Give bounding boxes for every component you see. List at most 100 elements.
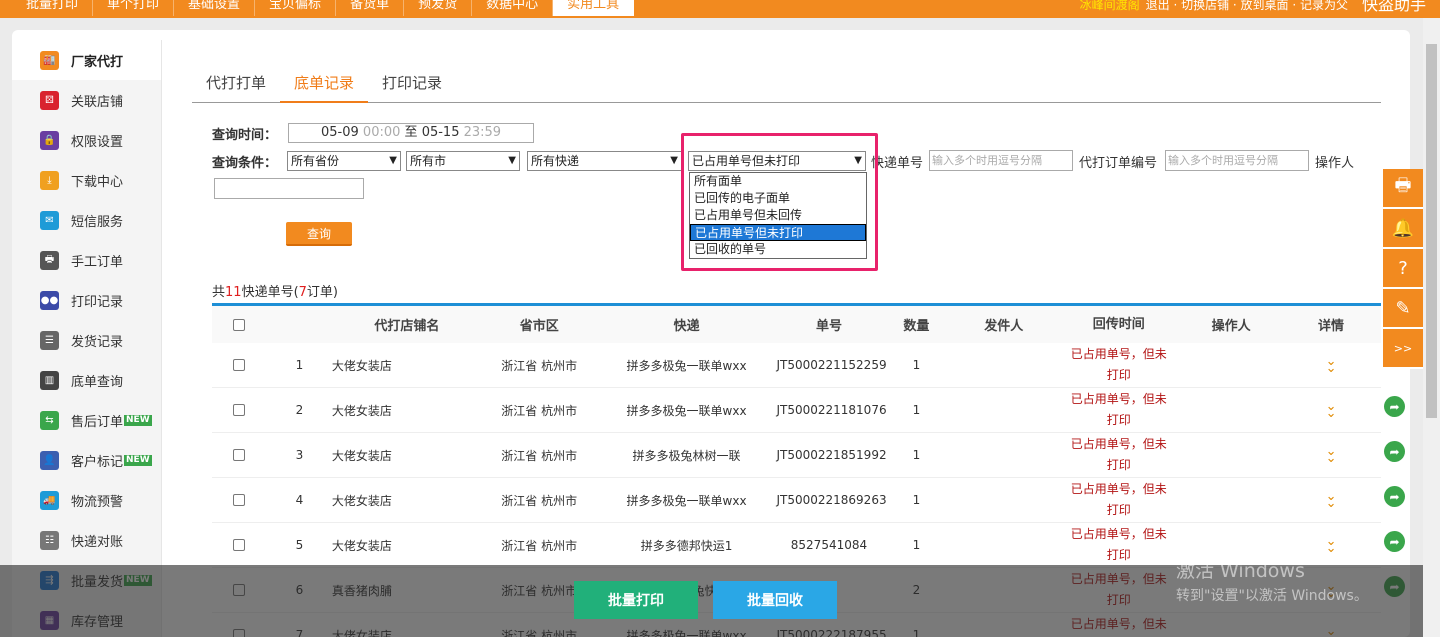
tab[interactable]: 底单记录 (280, 64, 369, 103)
date-range-input[interactable]: 05-09 00:00 至 05-15 23:59 (288, 123, 534, 143)
expand-icon[interactable]: >> (1383, 329, 1423, 369)
batch-print-button[interactable]: 批量打印 (574, 581, 698, 619)
sidebar-item[interactable]: ☰ 发货记录 (12, 320, 161, 360)
user-name[interactable]: 冰峰间渡阁 (1080, 0, 1140, 16)
row-index: 2 (295, 403, 304, 417)
top-nav-item[interactable]: 单个打印 (93, 0, 175, 16)
sidebar-item[interactable]: ▥ 底单查询 (12, 360, 161, 400)
city-select[interactable]: 所有市 ▼ (406, 151, 520, 171)
top-nav-item[interactable]: 预发货 (404, 0, 473, 16)
edit-icon[interactable]: ✎ (1383, 289, 1423, 329)
dropdown-option[interactable]: 已占用单号但未打印 (690, 224, 866, 241)
express-value: 所有快递 (531, 154, 580, 168)
sidebar-item-label: 客户标记 (71, 454, 124, 470)
printer-icon[interactable]: 🖶 (1383, 169, 1423, 209)
top-nav-item[interactable]: 基础设置 (174, 0, 256, 16)
dropdown-option[interactable]: 已回传的电子面单 (690, 190, 866, 207)
table-row[interactable]: 1 大佬女装店 浙江省 杭州市 拼多多极兔一联单wxx JT5000221152259 1… (212, 343, 1381, 388)
time-end: 23:59 (463, 125, 502, 140)
dropdown-option[interactable]: 已回收的单号 (690, 241, 866, 258)
sidebar-item[interactable]: 🏭 厂家代打 (12, 40, 161, 80)
table-row[interactable]: 3 大佬女装店 浙江省 杭州市 拼多多极兔林树一联 JT5000221851992 1 已占… (212, 433, 1381, 478)
sidebar-item[interactable]: ⚄ 关联店铺 (12, 80, 161, 120)
sidebar-item[interactable]: 🖶 手工订单 (12, 240, 161, 280)
help-icon[interactable]: ? (1383, 249, 1423, 289)
top-nav-item[interactable]: 批量打印 (12, 0, 94, 16)
dropdown-option[interactable]: 已占用单号但未回传 (690, 207, 866, 224)
sidebar: 🏭 厂家代打 ⚄ 关联店铺 🔒 权限设置 ⤓ 下载中心 ✉ 短信服务 🖶 手工订单 ●● 打印记录 ☰ 发货记… (12, 40, 162, 637)
row-checkbox-cell (212, 449, 267, 461)
sidebar-item-label: 物流预警 (71, 494, 124, 510)
order-input[interactable] (1165, 150, 1309, 171)
cell-no: JT5000221181076 (776, 403, 887, 417)
top-nav: 批量打印 单个打印 基础设置 宝贝偏标 备货单 预发货 数据中心 实用工具 冰峰间渡阁 退出 … (0, 0, 1440, 18)
order-label: 代打订单编号 (1079, 156, 1158, 171)
row-checkbox[interactable] (233, 359, 246, 371)
row-checkbox[interactable] (233, 404, 246, 416)
sidebar-item[interactable]: ✉ 短信服务 (12, 200, 161, 240)
date-separator: 至 (404, 125, 418, 140)
express-select[interactable]: 所有快递 ▼ (527, 151, 682, 171)
scrollbar-thumb[interactable] (1426, 44, 1437, 418)
column-header: 单号 (815, 319, 842, 334)
printer-icon: 🖶 (40, 250, 59, 270)
dropdown-option[interactable]: 所有面单 (690, 173, 866, 190)
bell-icon[interactable]: 🔔 (1383, 209, 1423, 249)
sidebar-item[interactable]: ⇆ 售后订单 NEW (12, 400, 161, 440)
table-row[interactable]: 2 大佬女装店 浙江省 杭州市 拼多多极兔一联单wxx JT5000221181076 1… (212, 388, 1381, 433)
table-row[interactable]: 4 大佬女装店 浙江省 杭州市 拼多多极兔一联单wxx JT5000221869263 1… (212, 478, 1381, 523)
help-link[interactable]: 快盗助手 (1362, 0, 1426, 16)
column-header: 数量 (903, 319, 930, 334)
row-checkbox[interactable] (233, 449, 246, 461)
expand-details-icon[interactable]: ⌄⌄ (1326, 445, 1337, 465)
tab[interactable]: 代打打单 (192, 64, 280, 103)
expand-details-icon[interactable]: ⌄⌄ (1326, 490, 1337, 510)
sidebar-item[interactable]: 🚚 物流预警 (12, 480, 161, 520)
sidebar-item[interactable]: 🔒 权限设置 (12, 120, 161, 160)
cell-qty: 1 (912, 403, 921, 417)
sidebar-item[interactable]: 👤 客户标记 NEW (12, 440, 161, 480)
select-all-checkbox[interactable] (233, 318, 246, 331)
cell-qty: 1 (912, 493, 921, 507)
row-checkbox-cell (212, 359, 267, 371)
query-button[interactable]: 查询 (286, 222, 352, 246)
cell-qty: 1 (912, 358, 921, 372)
sidebar-item[interactable]: ☷ 快递对账 (12, 520, 161, 560)
batch-recycle-button[interactable]: 批量回收 (713, 581, 837, 619)
row-checkbox[interactable] (233, 494, 246, 506)
tab[interactable]: 打印记录 (368, 64, 456, 103)
top-nav-item[interactable]: 实用工具 (553, 0, 635, 16)
cell-shop: 大佬女装店 (331, 538, 392, 553)
expand-details-icon[interactable]: ⌄⌄ (1326, 400, 1337, 420)
top-nav-item[interactable]: 宝贝偏标 (255, 0, 337, 16)
cell-no: JT5000221851992 (776, 448, 887, 462)
top-nav-item[interactable]: 备货单 (336, 0, 405, 16)
share-icon[interactable]: ➦ (1384, 531, 1405, 552)
cell-express: 拼多多极兔林树一联 (632, 448, 741, 463)
sidebar-item-label: 短信服务 (71, 214, 124, 230)
tracking-input[interactable] (929, 150, 1073, 171)
summary-orders: 7 (298, 285, 307, 300)
sidebar-item[interactable]: ●● 打印记录 (12, 280, 161, 320)
cell-shop: 大佬女装店 (331, 448, 392, 463)
top-nav-item[interactable]: 数据中心 (472, 0, 554, 16)
sidebar-item-label: 售后订单 (71, 414, 124, 430)
sidebar-item[interactable]: ⤓ 下载中心 (12, 160, 161, 200)
province-select[interactable]: 所有省份 ▼ (287, 151, 401, 171)
share-icon[interactable]: ➦ (1384, 396, 1405, 417)
share-icon[interactable]: ➦ (1384, 441, 1405, 462)
watermark-line2: 转到"设置"以激活 Windows。 (1176, 588, 1368, 604)
cell-shop: 大佬女装店 (331, 493, 392, 508)
row-checkbox[interactable] (233, 539, 246, 551)
cell-status: 已占用单号，但未打印 (1070, 482, 1167, 517)
expand-details-icon[interactable]: ⌄⌄ (1326, 535, 1337, 555)
sidebar-item-label: 快递对账 (71, 534, 124, 550)
top-nav-links[interactable]: 退出 · 切换店铺 · 放到桌面 · 记录为父 (1146, 0, 1348, 16)
expand-details-icon[interactable]: ⌄⌄ (1326, 355, 1337, 375)
province-value: 所有省份 (291, 154, 340, 168)
status-dropdown-list: 所有面单 已回传的电子面单 已占用单号但未回传 已占用单号但未打印 已回收的单号 (689, 172, 867, 259)
float-toolbar: 🖶 🔔 ? ✎ >> (1383, 169, 1423, 369)
cell-no: JT5000221152259 (776, 358, 887, 372)
operator-input[interactable] (214, 178, 364, 199)
share-icon[interactable]: ➦ (1384, 486, 1405, 507)
